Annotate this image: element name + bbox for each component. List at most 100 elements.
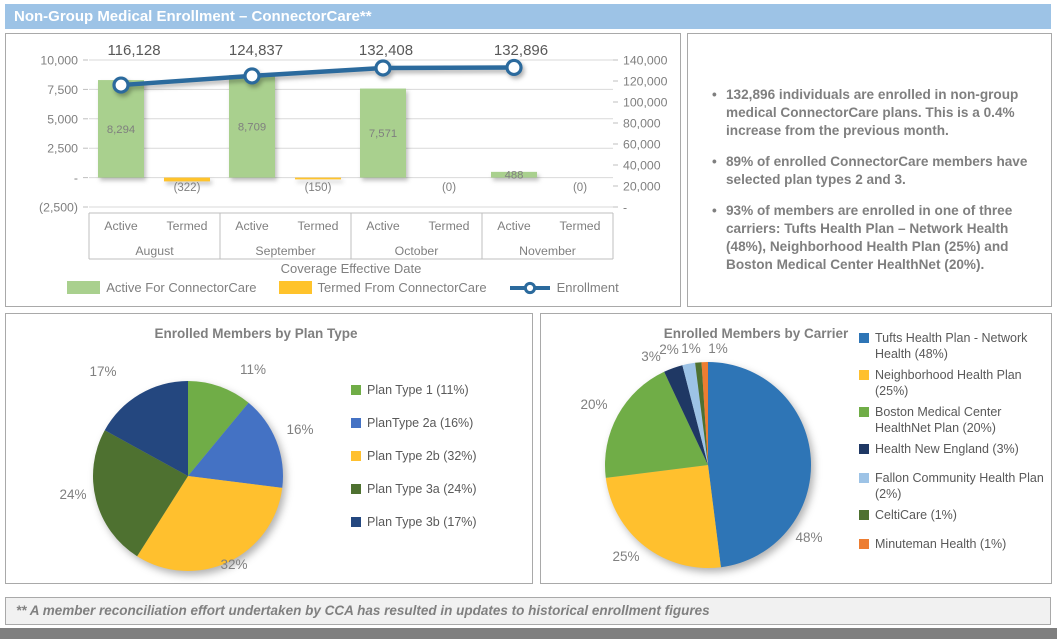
stat-bullet-enrollment-total: 132,896 individuals are enrolled in non-… bbox=[710, 86, 1035, 140]
chart-text: Termed bbox=[559, 219, 600, 233]
legend-item: Plan Type 3a (24%) bbox=[351, 481, 516, 497]
chart-text: October bbox=[395, 244, 439, 258]
legend-item: Plan Type 3b (17%) bbox=[351, 514, 516, 530]
chart-text: 10,000 bbox=[40, 54, 78, 68]
chart-text: 11% bbox=[240, 362, 266, 377]
legend-swatch bbox=[351, 385, 361, 395]
chart-text: 48% bbox=[795, 530, 822, 545]
chart-text: Active bbox=[235, 219, 269, 233]
chart-text: 132,896 bbox=[494, 42, 548, 59]
chart-text: 24% bbox=[59, 487, 86, 502]
legend-label: Plan Type 1 (11%) bbox=[367, 382, 469, 398]
chart-text: 16% bbox=[286, 422, 313, 437]
enrollment-marker bbox=[114, 78, 128, 92]
enrollment-combo-chart: 10,0007,5005,0002,500-(2,500)140,000120,… bbox=[6, 34, 680, 278]
legend-swatch bbox=[859, 473, 869, 483]
chart-text: November bbox=[519, 244, 576, 258]
bars-group bbox=[98, 75, 537, 181]
chart-text: 8,709 bbox=[238, 121, 266, 133]
plan-type-pie-panel: Enrolled Members by Plan Type 11%16%32%2… bbox=[5, 313, 533, 584]
chart-text: Active bbox=[366, 219, 400, 233]
pie-slices bbox=[93, 381, 283, 571]
legend-label: Plan Type 3a (24%) bbox=[367, 481, 477, 497]
legend-label: Fallon Community Health Plan (2%) bbox=[875, 470, 1051, 502]
legend-swatch bbox=[351, 484, 361, 494]
legend-swatch bbox=[351, 517, 361, 527]
chart-text: 32% bbox=[220, 557, 247, 572]
legend-item: Plan Type 1 (11%) bbox=[351, 382, 516, 398]
legend-item: Enrollment bbox=[509, 280, 619, 295]
chart-text: 40,000 bbox=[623, 159, 661, 173]
chart-text: September bbox=[255, 244, 315, 258]
chart-text: (2,500) bbox=[39, 201, 78, 215]
chart-text: 7,571 bbox=[369, 128, 397, 140]
legend-swatch bbox=[351, 451, 361, 461]
legend-label: Plan Type 2b (32%) bbox=[367, 448, 477, 464]
legend-swatch bbox=[859, 444, 869, 454]
chart-text: 488 bbox=[505, 170, 524, 182]
legend-label: Minuteman Health (1%) bbox=[875, 536, 1006, 552]
legend-item: Fallon Community Health Plan (2%) bbox=[859, 470, 1051, 502]
chart-text: 1% bbox=[708, 341, 728, 356]
legend-swatch bbox=[859, 370, 869, 380]
legend-item: Tufts Health Plan - Network Health (48%) bbox=[859, 330, 1051, 362]
enrollment-marker bbox=[507, 60, 521, 74]
pie-slices bbox=[605, 362, 811, 568]
legend-item: Active For ConnectorCare bbox=[67, 280, 256, 295]
chart-text: August bbox=[135, 244, 174, 258]
legend-label: Active For ConnectorCare bbox=[106, 280, 256, 295]
chart-text: 140,000 bbox=[623, 54, 668, 68]
legend-line-marker-icon bbox=[509, 281, 551, 295]
bar-termed-august bbox=[164, 178, 210, 182]
carrier-pie-panel: Enrolled Members by Carrier 48%25%20%3%2… bbox=[540, 313, 1052, 584]
key-stats-list: 132,896 individuals are enrolled in non-… bbox=[688, 34, 1051, 273]
key-stats-panel: 132,896 individuals are enrolled in non-… bbox=[687, 33, 1052, 307]
enrollment-marker bbox=[245, 69, 259, 83]
legend-item: Plan Type 2b (32%) bbox=[351, 448, 516, 464]
legend-swatch bbox=[859, 510, 869, 520]
chart-text: 8,294 bbox=[107, 124, 135, 136]
footnote: ** A member reconciliation effort undert… bbox=[5, 597, 1051, 625]
legend-label: Termed From ConnectorCare bbox=[318, 280, 487, 295]
chart-text: Termed bbox=[166, 219, 207, 233]
legend-swatch bbox=[351, 418, 361, 428]
chart-text: 20% bbox=[580, 397, 607, 412]
chart-text: - bbox=[74, 171, 78, 185]
chart-text: (322) bbox=[174, 182, 201, 194]
chart-text: - bbox=[623, 201, 627, 215]
legend-label: Plan Type 3b (17%) bbox=[367, 514, 477, 530]
legend-label: Enrollment bbox=[557, 280, 619, 295]
legend-label: Neighborhood Health Plan (25%) bbox=[875, 367, 1051, 399]
legend-label: Tufts Health Plan - Network Health (48%) bbox=[875, 330, 1051, 362]
chart-text: Coverage Effective Date bbox=[281, 261, 422, 276]
legend-swatch bbox=[859, 333, 869, 343]
legend-label: PlanType 2a (16%) bbox=[367, 415, 473, 431]
chart-text: Termed bbox=[297, 219, 338, 233]
enrollment-line-group bbox=[114, 60, 521, 92]
chart-text: 17% bbox=[89, 364, 116, 379]
legend-item: Boston Medical Center HealthNet Plan (20… bbox=[859, 404, 1051, 436]
legend-swatch bbox=[67, 281, 100, 294]
enrollment-trend-panel: 10,0007,5005,0002,500-(2,500)140,000120,… bbox=[5, 33, 681, 307]
chart-text: 116,128 bbox=[107, 42, 160, 59]
chart-text: 1% bbox=[681, 341, 701, 356]
chart-text: 60,000 bbox=[623, 138, 661, 152]
enrollment-line bbox=[121, 67, 514, 85]
legend-swatch bbox=[859, 539, 869, 549]
plan-type-pie-legend: Plan Type 1 (11%) PlanType 2a (16%) Plan T… bbox=[351, 382, 516, 547]
chart-text: 3% bbox=[641, 349, 661, 364]
chart-text: Active bbox=[497, 219, 531, 233]
legend-label: CeltiCare (1%) bbox=[875, 507, 957, 523]
carrier-pie-legend: Tufts Health Plan - Network Health (48%)… bbox=[859, 330, 1051, 557]
chart-text: Termed bbox=[428, 219, 469, 233]
stat-bullet-plan-types: 89% of enrolled ConnectorCare members ha… bbox=[710, 153, 1035, 189]
chart-text: Active bbox=[104, 219, 138, 233]
chart-text: 100,000 bbox=[623, 96, 668, 110]
chart-text: 2% bbox=[659, 342, 679, 357]
legend-label: Health New England (3%) bbox=[875, 441, 1019, 457]
legend-item: CeltiCare (1%) bbox=[859, 507, 1051, 523]
chart-text: 20,000 bbox=[623, 180, 661, 194]
legend-item: Termed From ConnectorCare bbox=[279, 280, 487, 295]
enrollment-chart-legend: Active For ConnectorCare Termed From Conn… bbox=[6, 280, 680, 295]
chart-text: 5,000 bbox=[47, 112, 78, 126]
